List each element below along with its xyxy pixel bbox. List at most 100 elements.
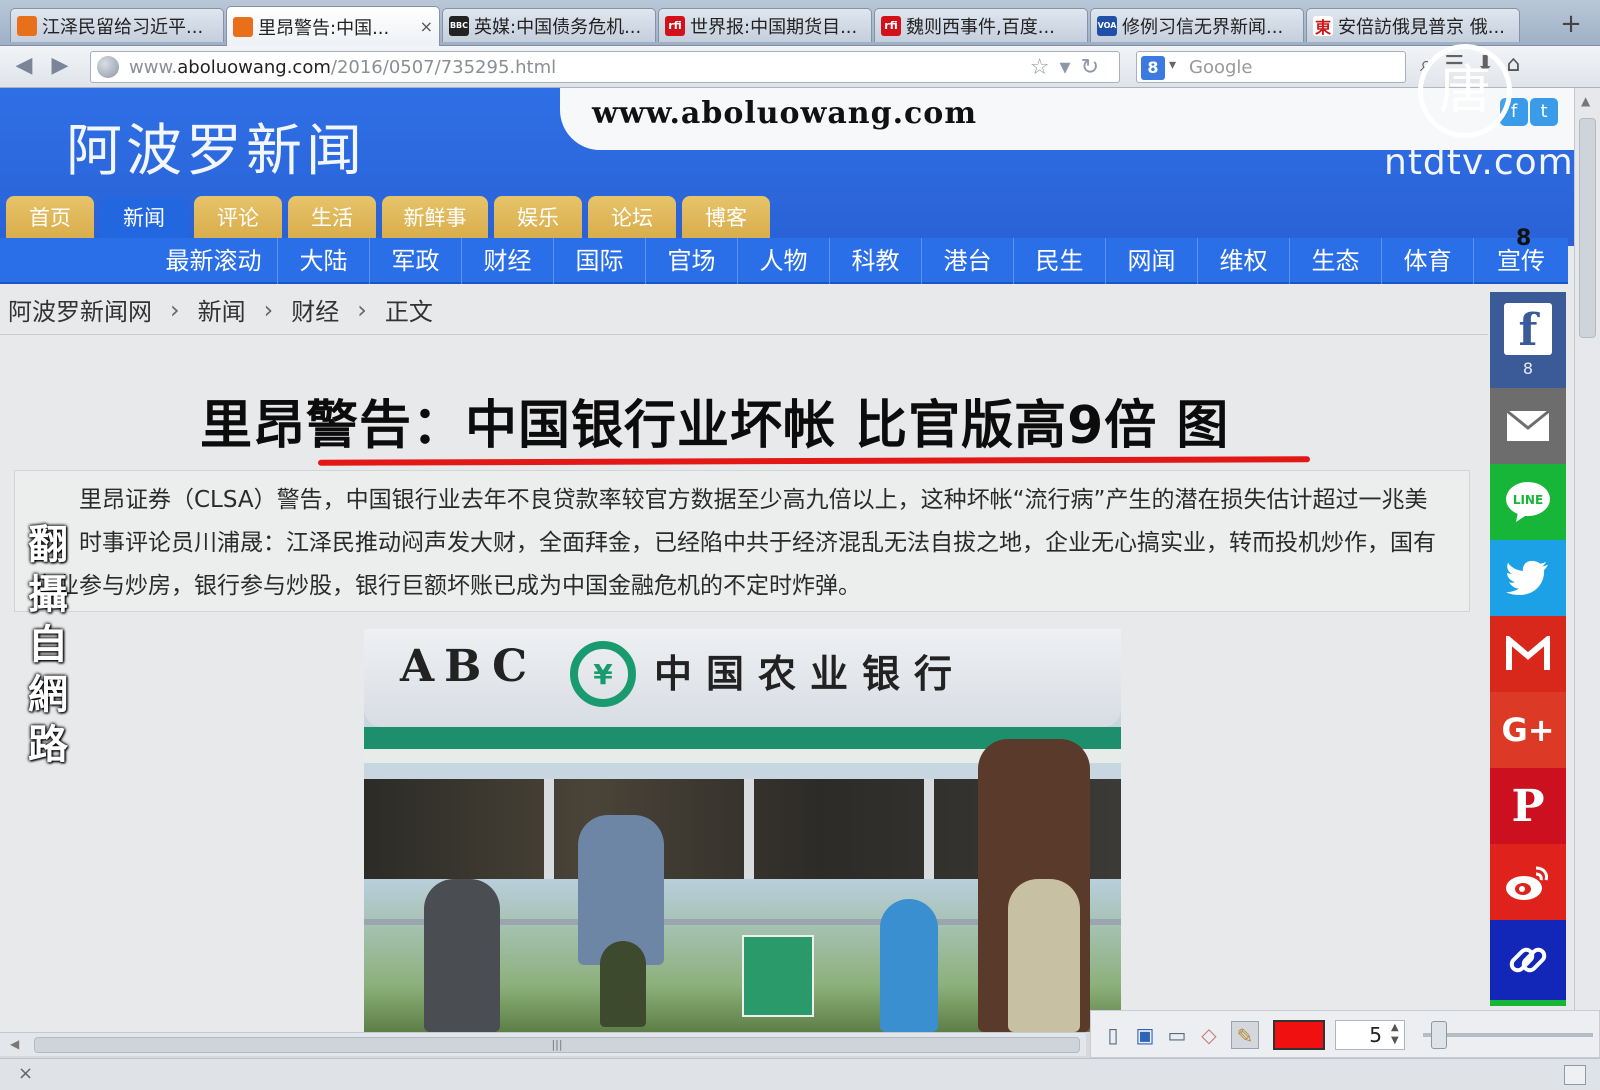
main-tab-news[interactable]: 新闻 [100,196,188,238]
main-tab-forum[interactable]: 论坛 [588,196,676,238]
pen-size-slider-knob[interactable] [1431,1021,1447,1049]
search-placeholder: Google [1189,57,1253,78]
scroll-up-icon[interactable]: ▲ [1581,94,1590,108]
twitter-share-button[interactable] [1490,540,1566,616]
google-plus-icon: G+ [1501,711,1555,749]
broadcaster-domain: ntdtv.com [1384,142,1574,183]
chevron-down-icon[interactable]: ▾ [1169,57,1176,73]
copy-link-share-button[interactable] [1490,920,1566,1000]
weibo-icon [1506,866,1548,900]
weibo-share-button[interactable] [1490,844,1566,920]
site-header: 阿波罗新闻 www.aboluowang.com f t 首页 新闻 评论 生活… [0,88,1574,246]
pen-icon[interactable]: ✎ [1231,1021,1259,1049]
link-icon [1509,947,1547,973]
subnav-hk-taiwan[interactable]: 港台 [922,238,1014,284]
tab-abe-putin[interactable]: 東 安倍訪俄見普京 俄... [1306,8,1520,42]
divider [0,334,1488,335]
gmail-share-button[interactable] [1490,616,1566,692]
person-left [424,879,500,1032]
page-viewport: 阿波罗新闻 www.aboluowang.com f t 首页 新闻 评论 生活… [0,88,1574,1032]
bookmark-star-icon[interactable]: ☆ [1030,55,1060,80]
tab-label: 世界报:中国期货目... [690,16,858,38]
subnav-officialdom[interactable]: 官场 [646,238,738,284]
save-icon[interactable]: ▣ [1131,1021,1159,1049]
tab-clsa-warning[interactable]: 里昂警告:中国... × [226,6,440,46]
line-share-button[interactable]: LINE [1490,464,1566,540]
url-text[interactable]: www.aboluowang.com/2016/0507/735295.html [129,57,556,78]
close-tab-icon[interactable]: × [420,17,433,36]
subnav-latest[interactable]: 最新滚动 [150,238,278,284]
main-tab-home[interactable]: 首页 [6,196,94,238]
subnav-ecology[interactable]: 生态 [1290,238,1382,284]
main-tab-blog[interactable]: 博客 [682,196,770,238]
window-mullion [924,779,934,879]
tab-label: 里昂警告:中国... [258,17,390,39]
close-icon[interactable]: × [18,1063,33,1084]
subnav-people[interactable]: 人物 [738,238,830,284]
vertical-scroll-thumb[interactable] [1579,118,1596,338]
tab-label: 魏则西事件,百度... [906,16,1055,38]
main-tab-fresh[interactable]: 新鲜事 [382,196,488,238]
subnav-military[interactable]: 军政 [370,238,462,284]
resize-grip-icon[interactable] [1564,1065,1586,1085]
stepper-arrows-icon[interactable]: ▲ ▼ [1391,1021,1399,1047]
back-arrow-icon[interactable]: ◀ [10,52,38,80]
horizontal-scrollbar[interactable]: ◀ ||| [0,1032,1086,1056]
breadcrumb-news[interactable]: 新闻 [198,292,246,327]
person-climbing-legs [600,941,646,1027]
new-tab-button[interactable]: + [1556,10,1586,40]
chevron-right-icon: › [263,295,274,324]
main-tab-comment[interactable]: 评论 [194,196,282,238]
new-page-icon[interactable]: ▯ [1099,1021,1127,1049]
child [880,899,938,1032]
subnav-mainland[interactable]: 大陆 [278,238,370,284]
breadcrumb-finance[interactable]: 财经 [291,292,339,327]
search-box[interactable]: 8 ▾ Google [1136,51,1406,83]
subnav-web-news[interactable]: 网闻 [1106,238,1198,284]
voa-icon: VOA [1097,15,1117,36]
home-icon[interactable]: ⌂ [1507,52,1533,77]
subnav-livelihood[interactable]: 民生 [1014,238,1106,284]
scroll-left-icon[interactable]: ◀ [10,1037,19,1051]
horizontal-scroll-thumb[interactable]: ||| [34,1037,1080,1053]
reload-icon[interactable]: ↻ [1081,55,1109,80]
tab-voa[interactable]: VOA 修例习信无界新闻... [1090,8,1304,42]
subnav-international[interactable]: 国际 [554,238,646,284]
google-plus-share-button[interactable]: G+ [1490,692,1566,768]
tab-label: 江泽民留给习近平... [42,16,204,38]
window-mullion [744,779,754,879]
forward-arrow-icon[interactable]: ▶ [46,52,74,80]
facebook-share-count: 8 [1522,358,1534,378]
article-photo[interactable]: ABC ¥ 中国农业银行 [364,629,1121,1032]
pen-color-swatch[interactable] [1273,1020,1325,1050]
facebook-icon: f [1504,302,1552,356]
address-bar[interactable]: www.aboluowang.com/2016/0507/735295.html… [90,51,1120,83]
subnav-sports[interactable]: 体育 [1382,238,1474,284]
twitter-icon[interactable]: t [1530,98,1558,126]
search-engine-icon[interactable]: 8 [1141,56,1165,80]
caption-char: 自 [28,622,68,668]
eraser-icon[interactable]: ◇ [1195,1021,1223,1049]
subnav-rights[interactable]: 维权 [1198,238,1290,284]
gmail-icon [1506,636,1550,670]
caption-char: 攝 [28,572,68,618]
vertical-scrollbar[interactable]: ▲ [1574,88,1600,1032]
tab-rfi-futures[interactable]: rfi 世界报:中国期货目... [658,8,872,42]
pinterest-share-button[interactable]: P [1490,768,1566,844]
site-logo[interactable]: 阿波罗新闻 [66,106,366,187]
dropdown-arrow-icon[interactable]: ▾ [1060,55,1081,80]
main-tab-entertainment[interactable]: 娱乐 [494,196,582,238]
screen-icon[interactable]: ▭ [1163,1021,1191,1049]
pen-size-slider-track [1423,1033,1593,1037]
main-tab-life[interactable]: 生活 [288,196,376,238]
tab-rfi-baidu[interactable]: rfi 魏则西事件,百度... [874,8,1088,42]
facebook-share-button[interactable]: f 8 [1490,292,1566,388]
breadcrumb-home[interactable]: 阿波罗新闻网 [8,292,152,327]
email-share-button[interactable] [1490,388,1566,464]
tab-bbc-debt[interactable]: BBC 英媒:中国债务危机... [442,8,656,42]
tab-jiang-zemin[interactable]: 江泽民留给习近平... [10,8,224,42]
status-bar: × [0,1058,1600,1090]
tab-label: 修例习信无界新闻... [1122,16,1284,38]
subnav-science[interactable]: 科教 [830,238,922,284]
subnav-finance[interactable]: 财经 [462,238,554,284]
